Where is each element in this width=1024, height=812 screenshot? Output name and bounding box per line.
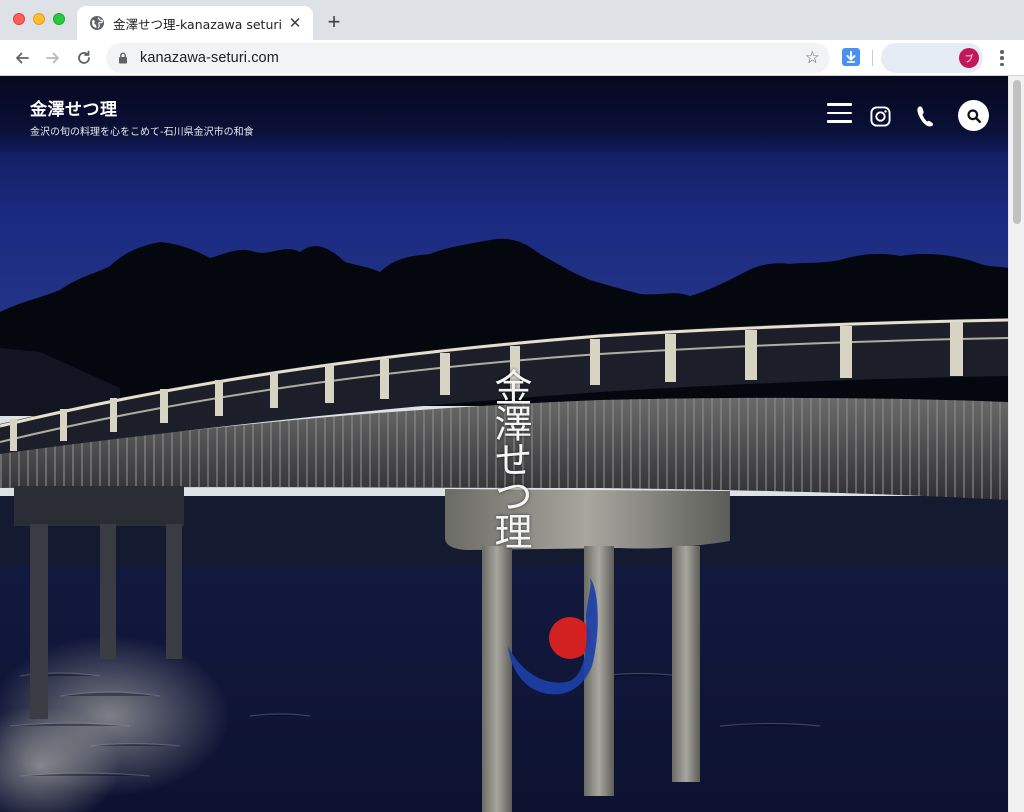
window-close-button[interactable]: [13, 13, 25, 25]
menu-dot-icon: [1000, 62, 1004, 66]
scrollbar-thumb[interactable]: [1013, 80, 1021, 224]
search-icon: [966, 108, 981, 123]
menu-hamburger-icon[interactable]: [826, 103, 852, 123]
site-header: 金澤せつ理 金沢の旬の料理を心をこめて-石川県金沢市の和食: [0, 76, 1008, 156]
instagram-icon[interactable]: [869, 105, 891, 127]
download-extension-button[interactable]: [842, 48, 860, 66]
phone-icon[interactable]: [914, 105, 936, 127]
avatar: ブ: [959, 48, 979, 68]
toolbar-separator: [872, 50, 873, 66]
new-tab-button[interactable]: +: [322, 10, 346, 34]
address-bar[interactable]: kanazawa-seturi.com ☆: [106, 43, 830, 73]
bridge-pier-left: [14, 486, 184, 526]
download-arrow-icon: [846, 51, 856, 63]
back-button[interactable]: [10, 46, 34, 70]
forward-button[interactable]: [41, 46, 65, 70]
bookmark-star-icon[interactable]: ☆: [805, 49, 820, 66]
site-description: 金沢の旬の料理を心をこめて-石川県金沢市の和食: [30, 127, 254, 138]
menu-dot-icon: [1000, 50, 1004, 54]
browser-menu-button[interactable]: [994, 48, 1010, 68]
hero-logo-calligraphy: 金澤せつ理: [488, 368, 532, 548]
url-text: kanazawa-seturi.com: [140, 50, 279, 66]
window-minimize-button[interactable]: [33, 13, 45, 25]
page-scrollbar[interactable]: [1008, 76, 1024, 812]
site-title[interactable]: 金澤せつ理: [30, 95, 118, 120]
arrow-left-icon: [16, 52, 29, 64]
profile-chip[interactable]: ブ: [881, 43, 983, 73]
browser-tab-active[interactable]: 金澤せつ理-kanazawa seturi-公式 ✕: [77, 6, 313, 40]
search-button[interactable]: [958, 100, 989, 131]
arrow-right-icon: [46, 52, 59, 64]
tab-title: 金澤せつ理-kanazawa seturi-公式: [113, 16, 281, 32]
reload-button[interactable]: [72, 46, 96, 70]
window-zoom-button[interactable]: [53, 13, 65, 25]
reload-icon: [78, 50, 90, 64]
logo-red-sun: [549, 617, 591, 659]
tab-close-icon[interactable]: ✕: [287, 15, 303, 32]
browser-toolbar: kanazawa-seturi.com ☆ ブ: [0, 40, 1024, 76]
tab-strip: 金澤せつ理-kanazawa seturi-公式 ✕ +: [0, 0, 1024, 40]
page-viewport: 金澤せつ理 金澤せつ理 金沢の旬の料理を心をこめて-石川県金沢市の和食: [0, 76, 1024, 812]
menu-dot-icon: [1000, 56, 1004, 60]
globe-icon: [90, 16, 104, 30]
lock-icon: [119, 52, 127, 64]
